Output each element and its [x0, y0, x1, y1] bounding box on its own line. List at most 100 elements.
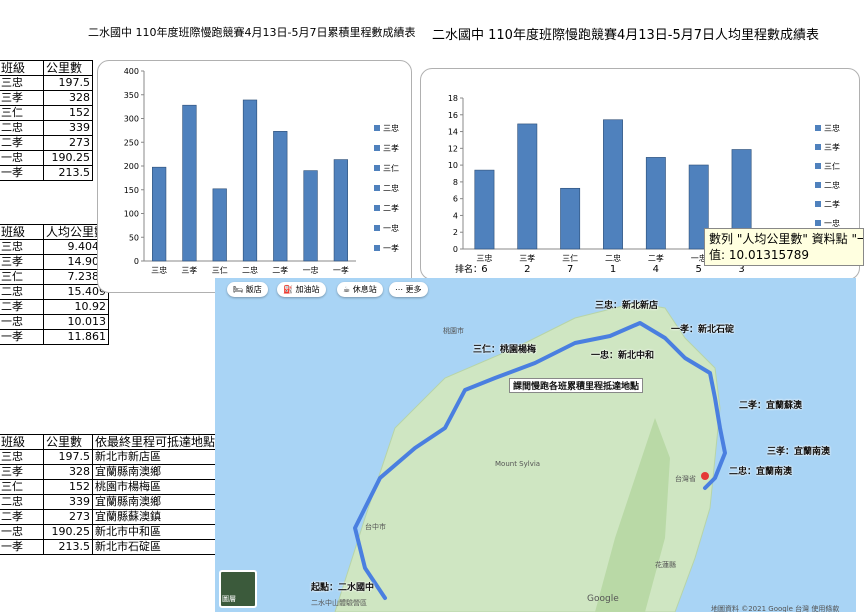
- table-row: 三忠 9.4048: [0, 239, 110, 255]
- table-cell[interactable]: 二孝: [0, 299, 44, 315]
- legend-swatch: [374, 205, 380, 211]
- table-cell[interactable]: 一忠: [0, 314, 44, 330]
- table-cell[interactable]: 宜蘭縣蘇澳鎮: [92, 509, 226, 525]
- y-tick-label: 12: [448, 144, 458, 153]
- table-class-distance[interactable]: 班級 公里數 三忠 197.5 三孝 328 三仁 152 二忠 339 二孝 273 一忠 190.25…: [0, 60, 93, 181]
- y-tick-label: 14: [448, 128, 458, 137]
- chart2-title: 二水國中 110年度班際慢跑競賽4月13日-5月7日人均里程數成績表: [432, 28, 819, 43]
- table-cell[interactable]: 新北市中和區: [92, 524, 226, 540]
- table-cell[interactable]: 一孝: [0, 165, 44, 181]
- table-cell[interactable]: 一孝: [0, 539, 44, 555]
- y-tick-label: 350: [124, 91, 139, 100]
- table-cell[interactable]: 宜蘭縣南澳鄉: [92, 494, 226, 510]
- map-title-label: 課間慢跑各班累積里程抵達地點: [509, 378, 644, 393]
- header-cell[interactable]: 班級: [0, 434, 44, 450]
- y-tick-label: 2: [453, 228, 458, 237]
- table-cell[interactable]: 新北市石碇區: [92, 539, 226, 555]
- table-cell[interactable]: 二孝: [0, 135, 44, 151]
- table-cell[interactable]: 一忠: [0, 150, 44, 166]
- table-cell[interactable]: 190.25: [43, 150, 93, 166]
- chart1-area[interactable]: 0 50 100 150 200 250 300 350 400 三忠 三孝 三仁 二忠 二孝 一忠 一孝 三忠…: [97, 60, 412, 293]
- y-tick-label: 0: [134, 257, 139, 266]
- layer-toggle[interactable]: 圖層: [219, 570, 257, 608]
- table-cell[interactable]: 273: [43, 135, 93, 151]
- bar[interactable]: [560, 187, 581, 250]
- place-taiwan: 台灣省: [675, 475, 696, 483]
- table-cell[interactable]: 二忠: [0, 120, 44, 136]
- header-cell[interactable]: 公里數: [43, 60, 93, 76]
- bar[interactable]: [303, 170, 318, 262]
- y-tick-label: 200: [124, 162, 139, 171]
- rank-value: 6: [481, 264, 487, 275]
- bar[interactable]: [603, 119, 623, 250]
- table-cell[interactable]: 二忠: [0, 494, 44, 510]
- map-chip-hotel[interactable]: 🛏 飯店: [227, 282, 268, 297]
- x-tick-label: 三孝: [519, 254, 535, 263]
- table-cell[interactable]: 二孝: [0, 509, 44, 525]
- table-cell[interactable]: 三孝: [0, 254, 44, 270]
- map-chip-gas[interactable]: ⛽ 加油站: [277, 282, 326, 297]
- bar[interactable]: [474, 169, 495, 250]
- label-start: 起點：二水國中: [311, 583, 375, 593]
- bar[interactable]: [273, 131, 288, 262]
- table-cell[interactable]: 197.5: [43, 449, 93, 465]
- map-chip-more[interactable]: ⋯ 更多: [389, 282, 428, 297]
- table-cell[interactable]: 一忠: [0, 524, 44, 540]
- table-cell[interactable]: 152: [43, 479, 93, 495]
- bar[interactable]: [242, 99, 258, 262]
- destination-pin: [701, 472, 709, 480]
- bar[interactable]: [212, 188, 227, 262]
- table-cell[interactable]: 宜蘭縣南澳鄉: [92, 464, 226, 480]
- legend-entry: 一忠: [383, 224, 399, 233]
- route-map[interactable]: 🛏 飯店 ⛽ 加油站 ☕ 休息站 ⋯ 更多 三忠：新北新店 一孝：新北石碇 三仁…: [215, 278, 856, 612]
- table-cell[interactable]: 三忠: [0, 449, 44, 465]
- table-cell[interactable]: 新北市新店區: [92, 449, 226, 465]
- table-cell[interactable]: 328: [43, 90, 93, 106]
- table-cell[interactable]: 190.25: [43, 524, 93, 540]
- header-cell[interactable]: 班級: [0, 224, 44, 240]
- legend-entry: 三仁: [824, 161, 840, 171]
- rank-label: 排名：: [455, 263, 482, 275]
- table-cell[interactable]: 三仁: [0, 269, 44, 285]
- table-cell[interactable]: 197.5: [43, 75, 93, 91]
- table-cell[interactable]: 三仁: [0, 105, 44, 121]
- x-tick-label: 三孝: [181, 266, 197, 275]
- legend-swatch: [374, 225, 380, 231]
- table-cell[interactable]: 桃園市楊梅區: [92, 479, 226, 495]
- table-cell[interactable]: 11.861: [42, 329, 110, 345]
- bar[interactable]: [333, 159, 348, 262]
- table-cell[interactable]: 339: [43, 494, 93, 510]
- table-cell[interactable]: 273: [43, 509, 93, 525]
- bar[interactable]: [517, 123, 538, 250]
- table-cell[interactable]: 339: [43, 120, 93, 136]
- bar[interactable]: [152, 166, 167, 262]
- table-cell[interactable]: 二忠: [0, 284, 44, 300]
- rank-value: 2: [524, 264, 530, 275]
- legend-swatch: [374, 145, 380, 151]
- table-cell[interactable]: 152: [43, 105, 93, 121]
- bar[interactable]: [182, 104, 197, 262]
- table-cell[interactable]: 三孝: [0, 464, 44, 480]
- header-cell[interactable]: 班級: [0, 60, 44, 76]
- table-row: 一忠 10.013: [0, 314, 110, 330]
- table-cell[interactable]: 一孝: [0, 329, 44, 345]
- legend-entry: 三孝: [383, 144, 399, 153]
- table-class-destination[interactable]: 班級 公里數 依最終里程可抵達地點 三忠 197.5 新北市新店區 三孝 328 宜蘭縣南澳鄉三…: [0, 434, 226, 555]
- table-class-average[interactable]: 班級 人均公里數 三忠 9.4048 三孝 14.909 三仁 7.2381 二忠 15.409 二…: [0, 224, 110, 345]
- bar[interactable]: [645, 157, 666, 250]
- label-yizhong: 一忠：新北中和: [591, 351, 655, 361]
- table-cell[interactable]: 三忠: [0, 239, 44, 255]
- legend-swatch: [815, 144, 821, 150]
- table-cell[interactable]: 10.013: [42, 314, 110, 330]
- header-cell[interactable]: 公里數: [43, 434, 93, 450]
- table-cell[interactable]: 10.92: [42, 299, 110, 315]
- header-cell[interactable]: 依最終里程可抵達地點: [92, 434, 226, 450]
- table-cell[interactable]: 213.5: [43, 539, 93, 555]
- table-cell[interactable]: 三孝: [0, 90, 44, 106]
- table-cell[interactable]: 213.5: [43, 165, 93, 181]
- table-cell[interactable]: 三忠: [0, 75, 44, 91]
- map-chip-rest[interactable]: ☕ 休息站: [337, 282, 383, 297]
- table-cell[interactable]: 三仁: [0, 479, 44, 495]
- label-yixiao: 一孝：新北石碇: [671, 325, 735, 335]
- table-cell[interactable]: 328: [43, 464, 93, 480]
